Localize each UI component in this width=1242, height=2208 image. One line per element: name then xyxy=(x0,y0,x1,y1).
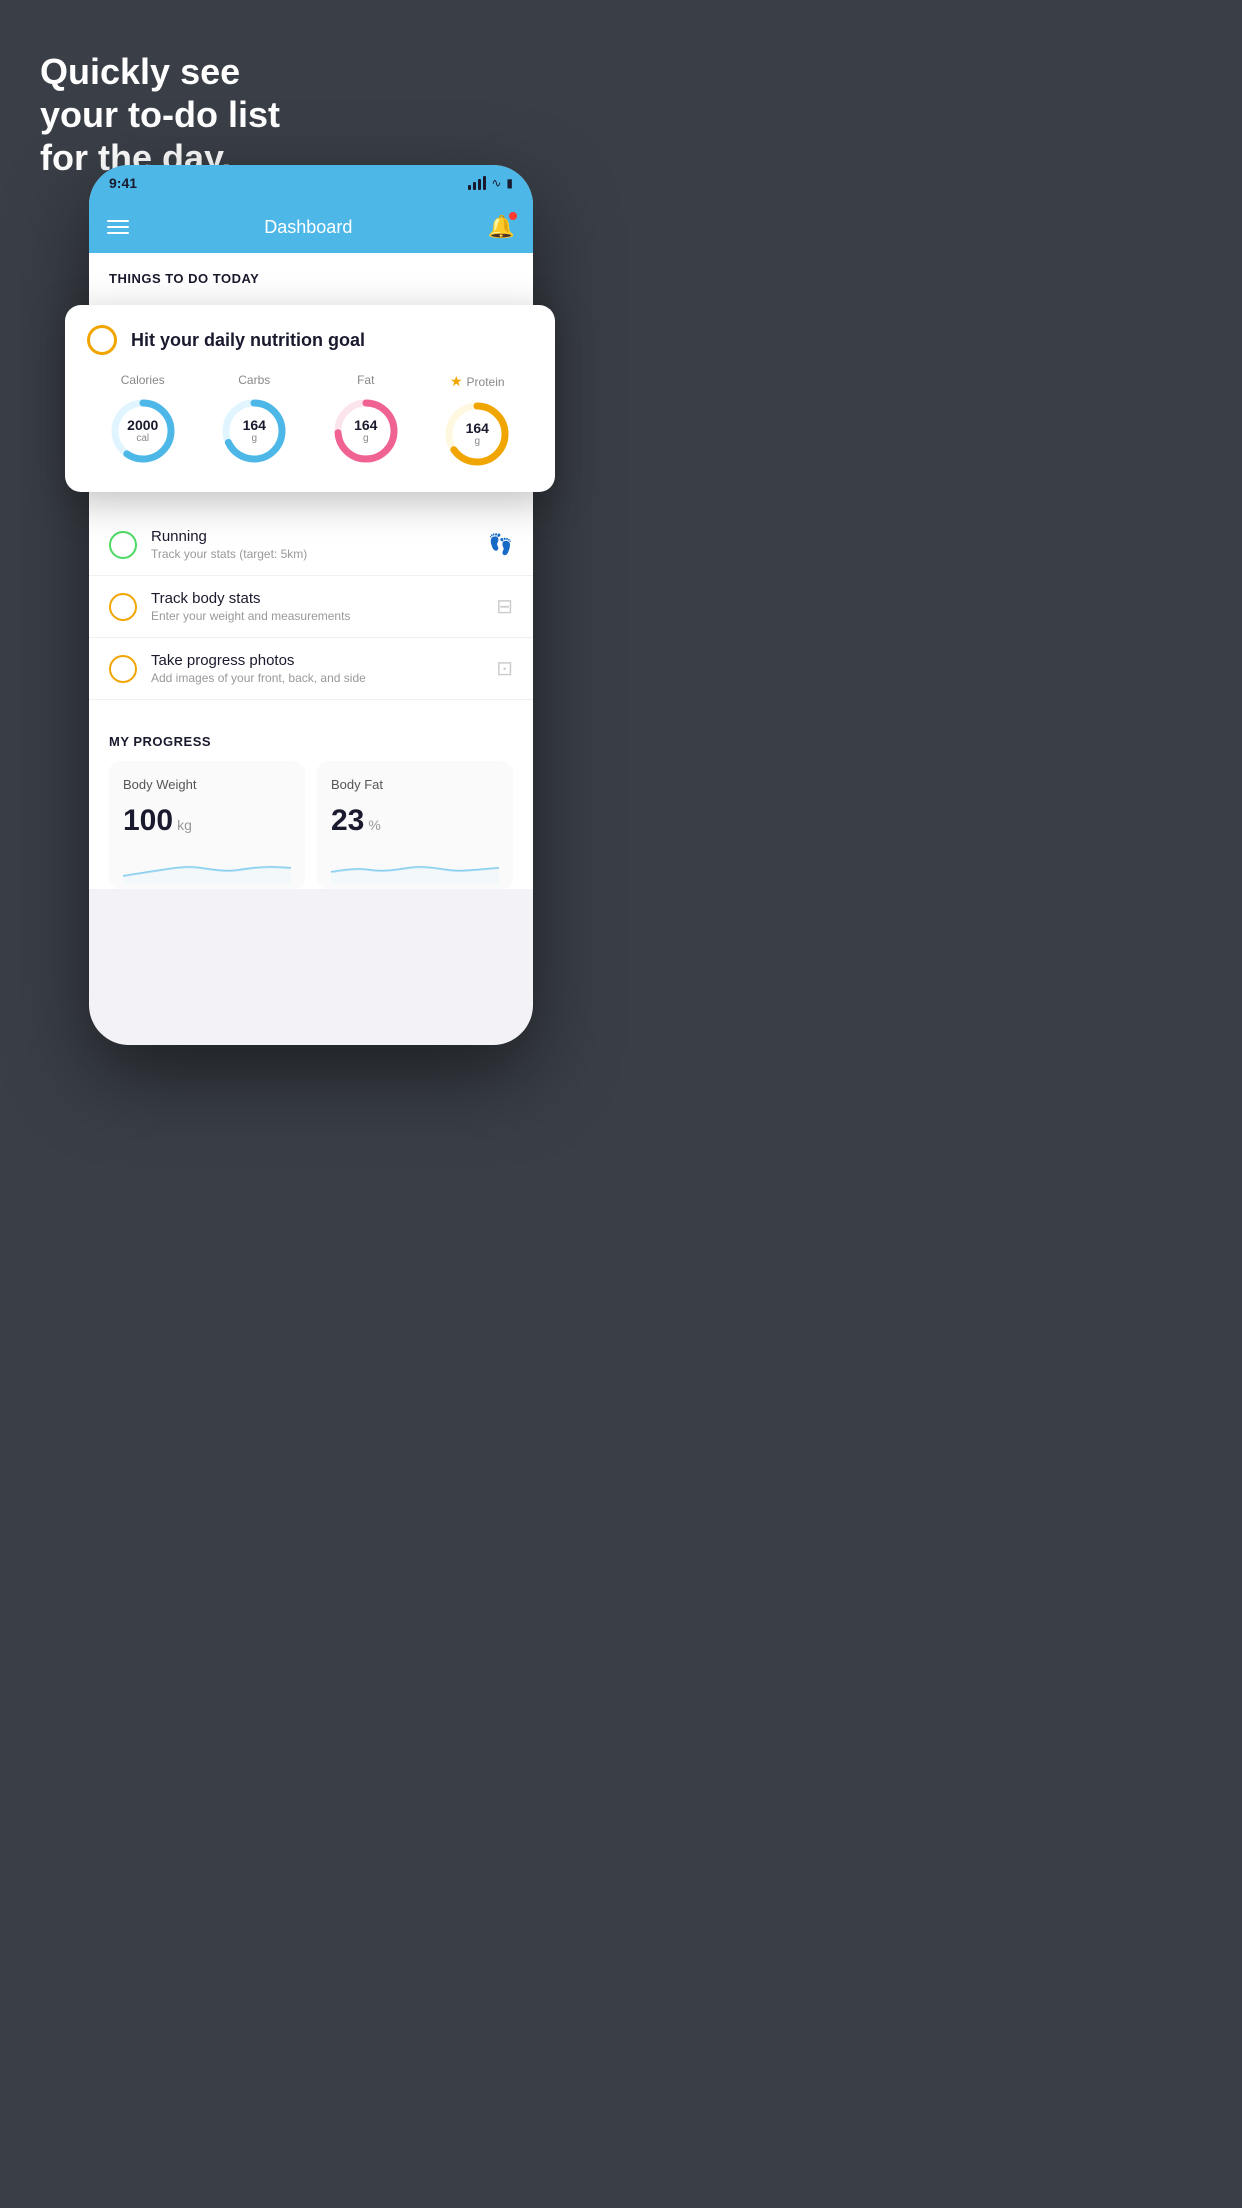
todo-circle-body-stats xyxy=(109,593,137,621)
todo-circle-running xyxy=(109,531,137,559)
body-weight-unit: kg xyxy=(177,817,192,833)
fat-donut: 164 g xyxy=(330,395,402,467)
todo-subtitle: Add images of your front, back, and side xyxy=(151,671,482,685)
notification-badge xyxy=(509,212,517,220)
calories-donut: 2000 cal xyxy=(107,395,179,467)
fat-unit: g xyxy=(354,433,377,444)
body-weight-card[interactable]: Body Weight 100 kg xyxy=(109,761,305,889)
nav-bar: Dashboard 🔔 xyxy=(89,201,533,253)
notification-button[interactable]: 🔔 xyxy=(488,214,515,240)
running-icon: 👣 xyxy=(488,532,513,557)
section-title: THINGS TO DO TODAY xyxy=(89,253,533,294)
progress-section-title: MY PROGRESS xyxy=(109,720,513,761)
calories-item: Calories 2000 cal xyxy=(107,373,179,467)
protein-item: ★ Protein 164 g xyxy=(441,373,513,470)
fat-value: 164 xyxy=(354,418,377,433)
photo-icon: ⊡ xyxy=(496,656,513,681)
body-weight-value: 100 xyxy=(123,804,173,838)
calories-label: Calories xyxy=(121,373,165,387)
fat-item: Fat 164 g xyxy=(330,373,402,467)
carbs-unit: g xyxy=(243,433,266,444)
app-headline: Quickly see your to-do list for the day. xyxy=(40,50,280,180)
list-item[interactable]: Running Track your stats (target: 5km) 👣 xyxy=(89,514,533,576)
todo-list: Running Track your stats (target: 5km) 👣… xyxy=(89,514,533,700)
todo-title: Take progress photos xyxy=(151,652,482,669)
body-fat-chart xyxy=(331,848,499,884)
nav-title: Dashboard xyxy=(264,217,352,238)
todo-subtitle: Track your stats (target: 5km) xyxy=(151,547,474,561)
todo-title: Track body stats xyxy=(151,590,482,607)
todo-circle-photos xyxy=(109,655,137,683)
carbs-donut: 164 g xyxy=(218,395,290,467)
nutrition-card-title: Hit your daily nutrition goal xyxy=(131,330,365,351)
protein-unit: g xyxy=(466,436,489,447)
body-weight-chart xyxy=(123,848,291,884)
status-time: 9:41 xyxy=(109,175,137,191)
wifi-icon: ∿ xyxy=(491,176,501,190)
scale-icon: ⊟ xyxy=(496,594,513,619)
signal-icon xyxy=(468,176,486,190)
calories-value: 2000 xyxy=(127,418,158,433)
protein-value: 164 xyxy=(466,421,489,436)
body-fat-label: Body Fat xyxy=(331,777,499,792)
body-fat-card[interactable]: Body Fat 23 % xyxy=(317,761,513,889)
body-fat-value: 23 xyxy=(331,804,364,838)
fat-label: Fat xyxy=(357,373,374,387)
star-icon: ★ xyxy=(450,373,463,390)
carbs-value: 164 xyxy=(243,418,266,433)
todo-subtitle: Enter your weight and measurements xyxy=(151,609,482,623)
progress-cards: Body Weight 100 kg Body Fat 23 % xyxy=(109,761,513,889)
phone-frame: 9:41 ∿ ▮ Dashboard 🔔 THINGS TO DO TODAY xyxy=(89,165,533,1045)
menu-button[interactable] xyxy=(107,220,129,234)
protein-label: ★ Protein xyxy=(450,373,505,390)
list-item[interactable]: Track body stats Enter your weight and m… xyxy=(89,576,533,638)
progress-section: MY PROGRESS Body Weight 100 kg Bod xyxy=(89,720,533,889)
body-weight-label: Body Weight xyxy=(123,777,291,792)
battery-icon: ▮ xyxy=(506,176,513,190)
carbs-item: Carbs 164 g xyxy=(218,373,290,467)
carbs-label: Carbs xyxy=(238,373,270,387)
status-icons: ∿ ▮ xyxy=(468,176,513,190)
nutrition-check-circle xyxy=(87,325,117,355)
nutrition-grid: Calories 2000 cal Carbs xyxy=(87,373,533,470)
list-item[interactable]: Take progress photos Add images of your … xyxy=(89,638,533,700)
protein-donut: 164 g xyxy=(441,398,513,470)
todo-title: Running xyxy=(151,528,474,545)
body-fat-unit: % xyxy=(368,817,380,833)
status-bar: 9:41 ∿ ▮ xyxy=(89,165,533,201)
calories-unit: cal xyxy=(127,433,158,444)
nutrition-card: Hit your daily nutrition goal Calories 2… xyxy=(65,305,555,492)
